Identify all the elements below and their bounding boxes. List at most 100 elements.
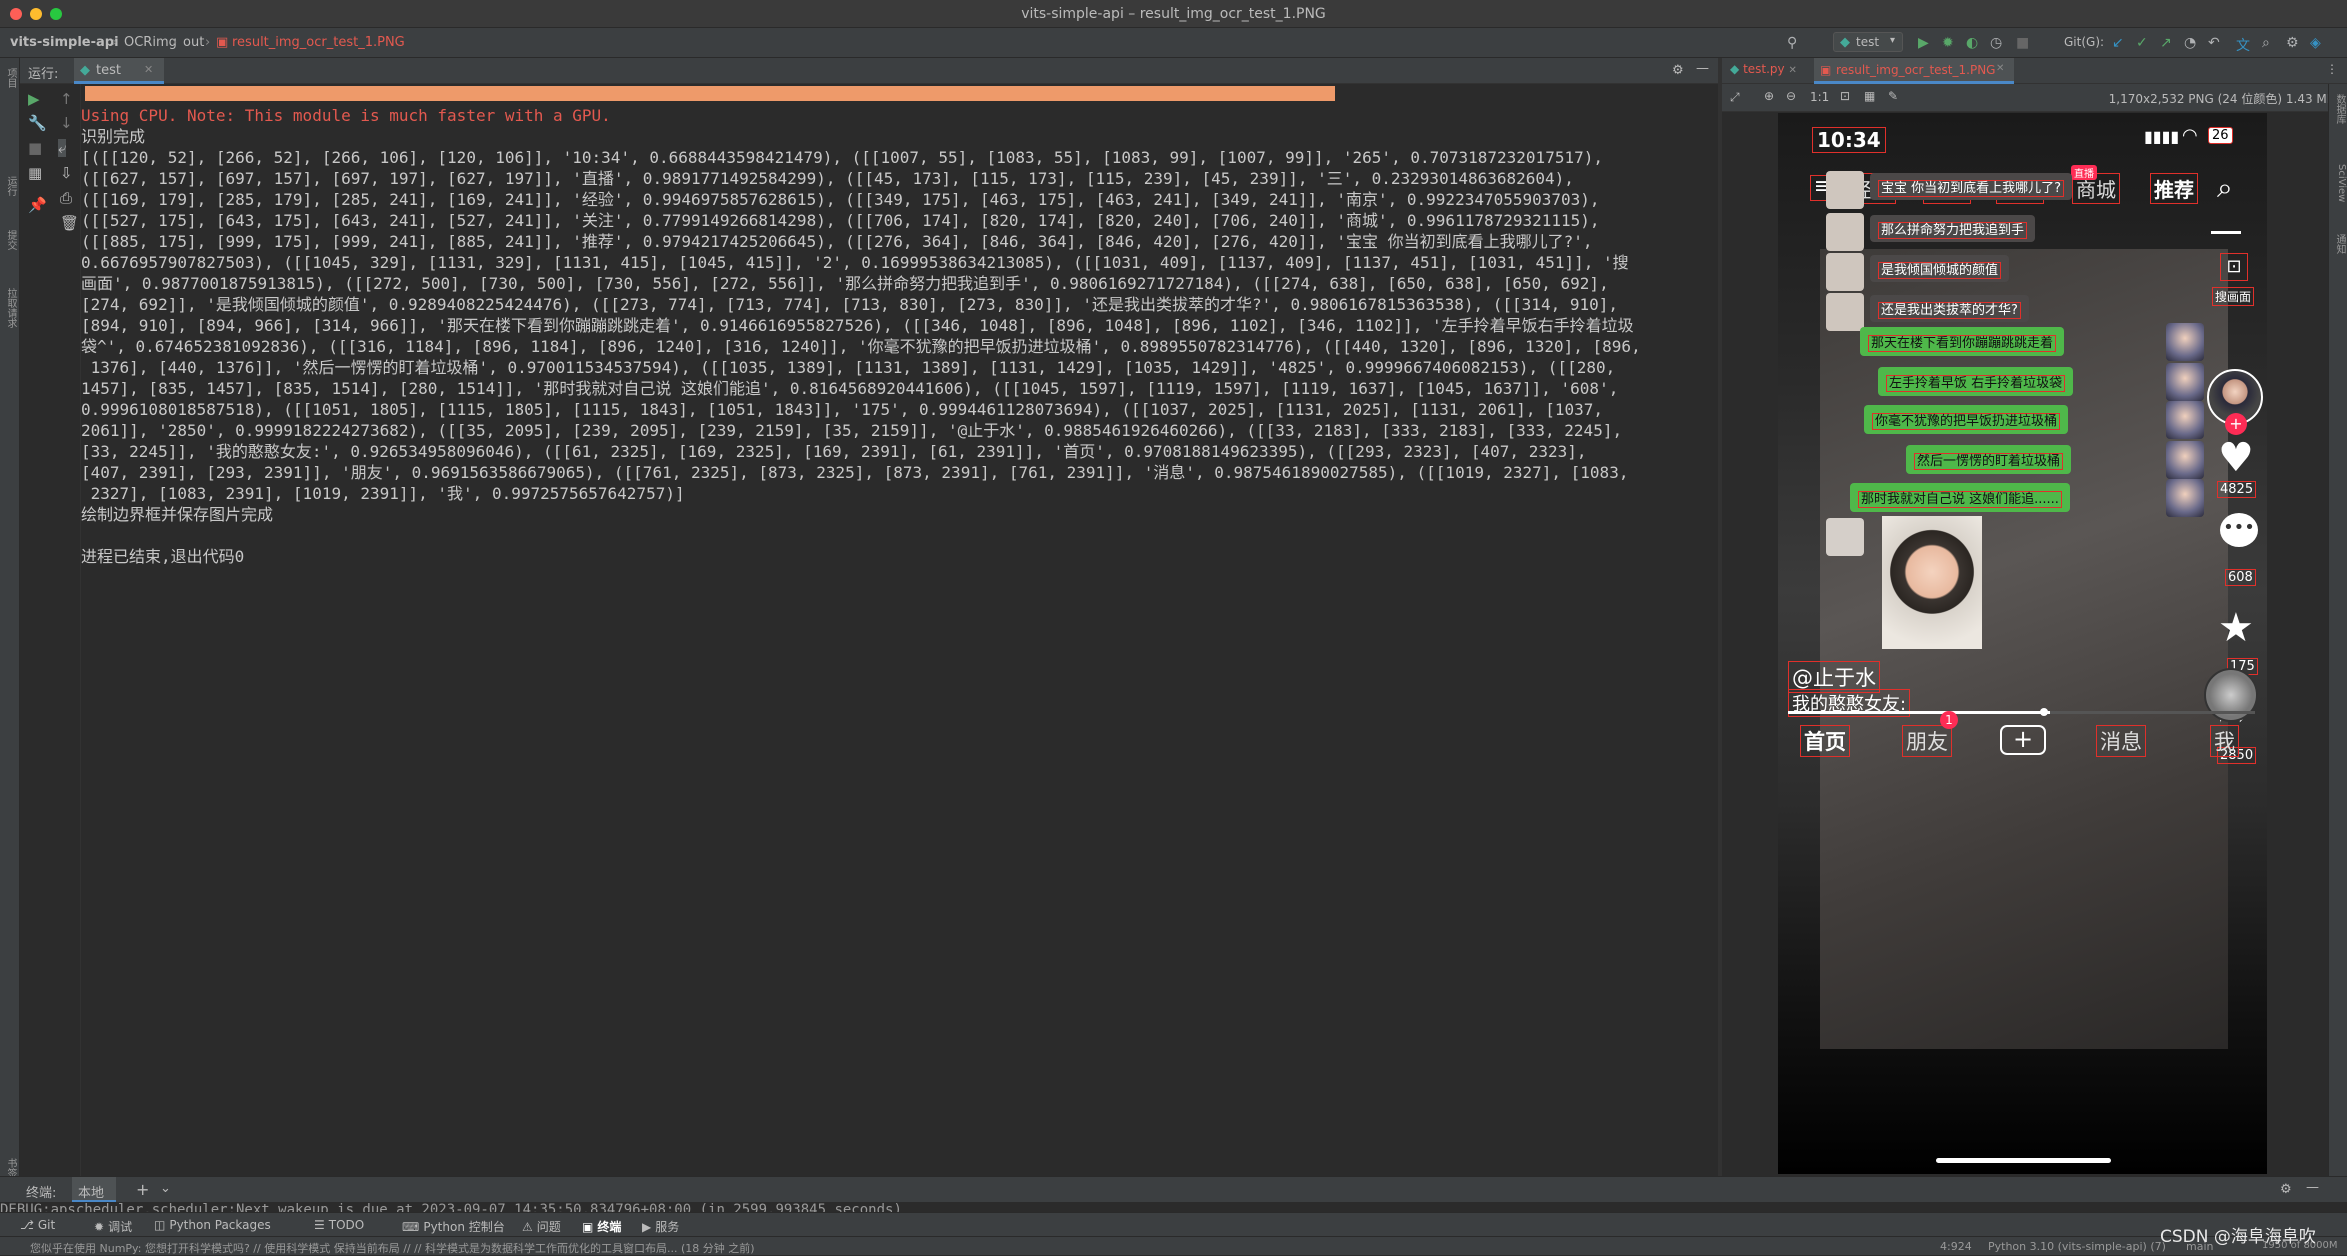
stop-icon[interactable]: ■ bbox=[2016, 35, 2029, 51]
pull-request-tool-label[interactable]: 拉取请求 bbox=[2, 288, 18, 328]
tool-tab-git[interactable]: ⎇ Git bbox=[20, 1218, 55, 1232]
stop-icon[interactable]: ■ bbox=[28, 139, 42, 157]
git-update-icon[interactable]: ↙ bbox=[2112, 35, 2124, 51]
chevron-down-icon[interactable]: ⌄ bbox=[160, 1181, 171, 1196]
tab-label: result_img_ocr_test_1.PNG bbox=[1836, 63, 1996, 77]
rerun-icon[interactable]: ▶ bbox=[28, 90, 40, 108]
search-image-icon[interactable]: ⊡ bbox=[2220, 253, 2248, 281]
tab-home[interactable]: 首页 bbox=[1800, 725, 1850, 757]
image-file-icon: ▣ bbox=[1820, 63, 1832, 77]
run-config-select[interactable]: ◆ test ▾ bbox=[1833, 32, 1903, 52]
tab-terminal-local[interactable]: 本地 bbox=[72, 1177, 116, 1203]
trash-icon[interactable]: 🗑 bbox=[60, 214, 79, 232]
run-icon[interactable]: ▶ bbox=[1918, 35, 1929, 51]
search-icon[interactable]: ⌕ bbox=[2262, 35, 2270, 51]
close-icon[interactable]: ✕ bbox=[1788, 65, 1796, 76]
breadcrumb-folder-ocrimg[interactable]: OCRimg bbox=[124, 35, 177, 50]
breadcrumb-folder-out[interactable]: out bbox=[183, 35, 204, 50]
tool-tab-problems[interactable]: ⚠ 问题 bbox=[522, 1218, 561, 1235]
nav-item[interactable]: 推荐 bbox=[2150, 173, 2198, 204]
user-icon[interactable]: ⚲ bbox=[1787, 35, 1797, 51]
gear-icon[interactable]: ⚙ bbox=[2280, 1182, 2292, 1197]
layout-icon[interactable]: ▦ bbox=[28, 164, 42, 182]
soft-wrap-icon[interactable]: ⤶ bbox=[58, 139, 67, 157]
more-icon[interactable]: ⋮ bbox=[2326, 62, 2338, 76]
settings-icon[interactable]: ⚙ bbox=[2286, 35, 2299, 51]
git-push-icon[interactable]: ↗ bbox=[2160, 35, 2172, 51]
jetbrains-icon[interactable]: ◈ bbox=[2310, 35, 2321, 51]
pin-icon[interactable]: 📌 bbox=[28, 196, 47, 214]
profile-icon[interactable]: ◷ bbox=[1990, 35, 2002, 51]
star-icon[interactable]: ★ bbox=[2218, 605, 2254, 651]
print-icon[interactable]: ⎙ bbox=[60, 189, 72, 207]
minimize-panel-icon[interactable]: — bbox=[2306, 1180, 2319, 1195]
avatar bbox=[1826, 253, 1864, 291]
terminal-header: 终端: 本地 + ⌄ ⚙ — bbox=[0, 1176, 2347, 1203]
comment-icon[interactable]: ••• bbox=[2220, 513, 2258, 547]
search-icon[interactable]: ⌕ bbox=[2217, 171, 2233, 205]
color-picker-icon[interactable]: ✎ bbox=[1888, 89, 1898, 103]
tool-tab-python-console[interactable]: ⌨ Python 控制台 bbox=[402, 1218, 505, 1235]
chat-bubble-left: 是我倾国倾城的颜值 bbox=[1870, 255, 2010, 282]
coverage-icon[interactable]: ◐ bbox=[1966, 35, 1978, 51]
console-output[interactable]: Using CPU. Note: This module is much fas… bbox=[80, 84, 1718, 1184]
tab-run-test[interactable]: ◆ test ✕ bbox=[74, 58, 164, 84]
fit-icon[interactable]: ⤢ bbox=[1730, 90, 1740, 105]
fit-window-icon[interactable]: ⊡ bbox=[1840, 89, 1850, 103]
run-tool-label[interactable]: 运行 bbox=[2, 176, 18, 196]
breadcrumb-separator: › bbox=[172, 35, 178, 50]
gear-icon[interactable]: ⚙ bbox=[1672, 63, 1684, 78]
scroll-up-icon[interactable]: ↑ bbox=[60, 90, 73, 108]
breadcrumb-file[interactable]: result_img_ocr_test_1.PNG bbox=[232, 35, 405, 50]
commit-tool-label[interactable]: 提交 bbox=[2, 230, 18, 250]
tool-tab-python-packages[interactable]: ◫ Python Packages bbox=[154, 1218, 271, 1232]
tool-tab-debug[interactable]: ✹ 调试 bbox=[94, 1218, 132, 1235]
add-terminal-icon[interactable]: + bbox=[136, 1180, 149, 1199]
history-icon[interactable]: ◔ bbox=[2184, 35, 2196, 51]
chat-text: 是我倾国倾城的颜值 bbox=[1878, 262, 2002, 279]
tool-tab-terminal[interactable]: ▣ 终端 bbox=[582, 1218, 621, 1235]
follow-plus-icon[interactable]: + bbox=[2225, 413, 2247, 435]
tab-friends[interactable]: 朋友 bbox=[1902, 725, 1952, 757]
git-commit-icon[interactable]: ✓ bbox=[2136, 35, 2148, 51]
tab-result-image[interactable]: ▣ result_img_ocr_test_1.PNG ✕ bbox=[1814, 58, 2014, 84]
minimize-panel-icon[interactable]: — bbox=[1696, 61, 1709, 76]
grid-icon[interactable]: ▦ bbox=[1864, 89, 1875, 103]
project-tool-label[interactable]: 项目 bbox=[2, 68, 18, 88]
close-icon[interactable]: ✕ bbox=[144, 63, 153, 76]
highlighted-line bbox=[85, 86, 1335, 101]
scroll-to-end-icon[interactable]: ⇩ bbox=[60, 164, 73, 182]
sciview-tool-label[interactable]: SciView bbox=[2331, 164, 2347, 202]
scroll-down-icon[interactable]: ↓ bbox=[60, 114, 73, 132]
avatar bbox=[2166, 479, 2204, 517]
database-tool-label[interactable]: 数据库 bbox=[2331, 94, 2347, 124]
python-icon: ◆ bbox=[1730, 62, 1740, 76]
tab-me[interactable]: 我 bbox=[2210, 725, 2239, 757]
notifications-tool-label[interactable]: 通知 bbox=[2331, 234, 2347, 254]
window-title: vits-simple-api – result_img_ocr_test_1.… bbox=[1021, 6, 1326, 22]
breadcrumb-project[interactable]: vits-simple-api bbox=[10, 35, 119, 50]
status-message[interactable]: 您似乎在使用 NumPy: 您想打开科学模式吗? // 使用科学模式 保持当前布… bbox=[30, 1240, 755, 1256]
chat-bubble-left: 宝宝 你当初到底看上我哪儿了? bbox=[1870, 173, 2073, 200]
chat-bubble-right: 然后一愣愣的盯着垃圾桶 bbox=[1906, 445, 2072, 474]
zoom-in-icon[interactable]: ⊕ bbox=[1764, 89, 1774, 103]
cursor-position[interactable]: 4:924 bbox=[1940, 1240, 1972, 1253]
rollback-icon[interactable]: ↶ bbox=[2208, 35, 2220, 51]
debug-icon[interactable]: ✹ bbox=[1942, 35, 1954, 51]
zoom-out-icon[interactable]: ⊖ bbox=[1786, 89, 1796, 103]
console-result-line: 袋^', 0.674652381092836), ([[316, 1184], … bbox=[81, 337, 1641, 356]
tool-tab-label: 终端 bbox=[597, 1220, 622, 1234]
video-progress-track[interactable] bbox=[1788, 708, 2255, 716]
tool-tab-services[interactable]: ▶ 服务 bbox=[642, 1218, 679, 1235]
tool-tab-todo[interactable]: ☰ TODO bbox=[314, 1218, 364, 1232]
close-icon[interactable]: ✕ bbox=[1996, 63, 2004, 74]
tab-test-py[interactable]: ◆ test.py ✕ bbox=[1730, 62, 1810, 84]
translate-icon[interactable]: 文 bbox=[2236, 35, 2250, 55]
bookmarks-tool-label[interactable]: 书签 bbox=[2, 1158, 18, 1178]
create-post-button[interactable]: + bbox=[2000, 725, 2046, 755]
actual-size-label[interactable]: 1:1 bbox=[1810, 90, 1829, 104]
heart-icon[interactable]: ♥ bbox=[2218, 435, 2254, 481]
interpreter[interactable]: Python 3.10 (vits-simple-api) (7) bbox=[1988, 1240, 2166, 1253]
wrench-icon[interactable]: 🔧 bbox=[28, 114, 47, 132]
tab-messages[interactable]: 消息 bbox=[2096, 725, 2146, 757]
